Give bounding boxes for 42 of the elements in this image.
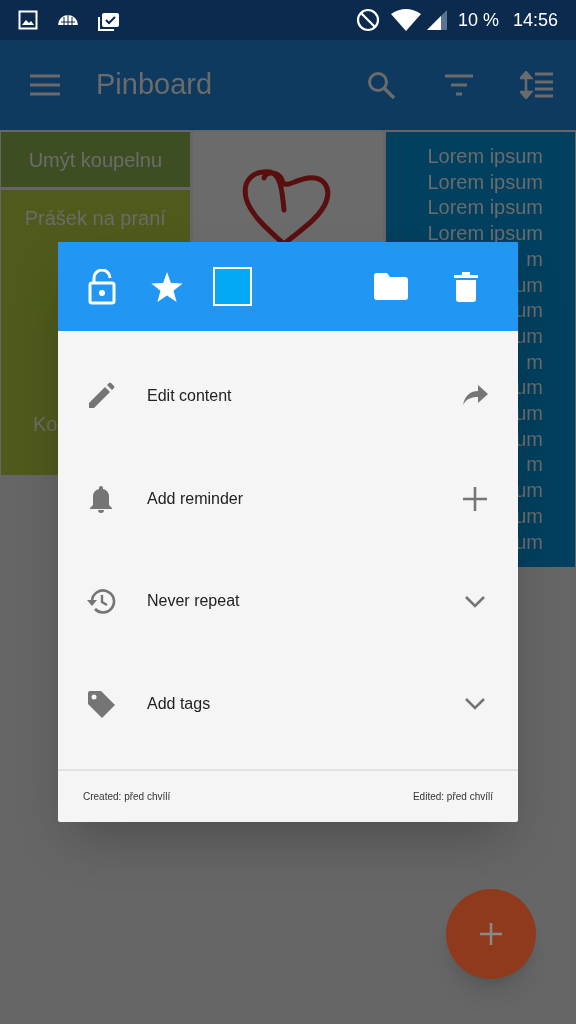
- menu-item-label: Edit content: [147, 386, 233, 407]
- menu-item-label: Add reminder: [147, 488, 245, 509]
- note-text: m: [526, 452, 543, 478]
- filter-icon[interactable]: [444, 74, 474, 96]
- do-not-disturb-icon: [355, 8, 380, 32]
- menu-item-label: Add tags: [147, 693, 212, 714]
- note-text: Prášek na praní: [24, 206, 166, 230]
- note-text: m: [526, 246, 543, 272]
- image-icon: [18, 10, 38, 30]
- trash-icon[interactable]: [454, 271, 478, 302]
- created-text: Created: před chvílí: [83, 790, 171, 804]
- open-lock-icon[interactable]: [88, 268, 116, 305]
- search-icon[interactable]: [366, 70, 396, 100]
- menu-item-label: Never repeat: [147, 591, 241, 612]
- history-icon: [86, 586, 116, 617]
- star-icon[interactable]: [151, 271, 183, 302]
- menu-item[interactable]: Never repeat: [58, 550, 518, 653]
- chevron-down-icon: [465, 594, 485, 608]
- note-text: Lorem ipsum: [427, 195, 543, 221]
- menu-item[interactable]: Add reminder: [58, 447, 518, 550]
- menu-item[interactable]: Add tags: [58, 652, 518, 755]
- battery-text: 10 %: [457, 8, 499, 32]
- app-title: Pinboard: [96, 67, 213, 103]
- chevron-down-icon: [465, 697, 485, 711]
- note-text: m: [526, 349, 543, 375]
- menu-icon[interactable]: [29, 73, 61, 97]
- plus-icon: [479, 922, 503, 946]
- note-text: Umýt koupelnu: [28, 148, 163, 172]
- note-text: Lorem ipsum: [427, 169, 543, 195]
- dome-icon: [56, 13, 80, 27]
- signal-icon: [425, 9, 448, 31]
- note-text: Ko: [33, 412, 58, 436]
- note-text: Lorem ipsum: [427, 221, 543, 247]
- wifi-icon: [389, 8, 422, 32]
- edited-text: Edited: před chvílí: [412, 790, 493, 804]
- note-text: Lorem ipsum: [427, 144, 543, 169]
- tag-icon: [86, 688, 116, 719]
- clock-text: 14:56: [512, 8, 558, 32]
- sort-icon[interactable]: [520, 71, 554, 99]
- folder-icon[interactable]: [374, 273, 408, 300]
- color-swatch[interactable]: [213, 267, 252, 306]
- menu-item[interactable]: Edit content: [58, 345, 518, 448]
